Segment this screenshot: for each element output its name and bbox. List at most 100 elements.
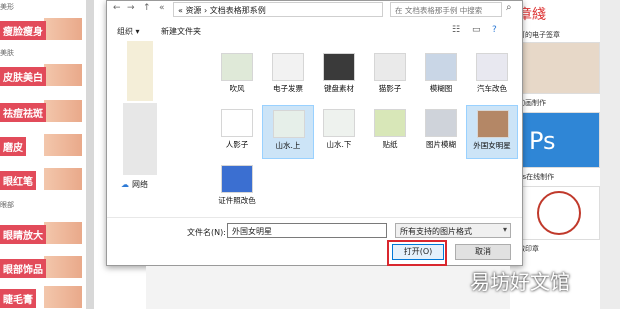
panel-label: 可的电子签章 bbox=[518, 31, 560, 39]
network-icon: ☁ bbox=[121, 180, 129, 189]
seal-thumb[interactable] bbox=[516, 186, 600, 240]
filetype-select[interactable]: 所有支持的图片格式 ▾ bbox=[395, 223, 511, 238]
file-item[interactable]: 贴纸 bbox=[364, 105, 416, 159]
sidebar-item[interactable]: 睫毛膏 bbox=[0, 286, 82, 308]
filetype-value: 所有支持的图片格式 bbox=[400, 227, 472, 236]
sidebar-item[interactable]: 瘦脸瘦身 bbox=[0, 18, 82, 40]
watermark: 易坊好文馆 bbox=[470, 270, 570, 294]
file-item[interactable]: 人影子 bbox=[211, 105, 263, 159]
file-item[interactable]: 电子发票 bbox=[262, 49, 314, 103]
file-name: 键盘素材 bbox=[324, 84, 354, 93]
sidebar-item[interactable]: 眼睛放大 bbox=[0, 222, 82, 244]
file-name: 山水.下 bbox=[326, 140, 352, 149]
sidebar-thumb bbox=[44, 168, 82, 190]
search-input[interactable]: 在 文档表格那手例 中搜索 bbox=[390, 2, 502, 17]
back-icon[interactable]: ← bbox=[113, 3, 121, 13]
file-thumbnail bbox=[323, 53, 355, 81]
chevron-icon[interactable]: « bbox=[159, 3, 165, 13]
left-sidebar: 美形 瘦脸瘦身 美肤 皮肤美白 祛痘祛斑 磨皮 眼红笔 眼部 眼睛放大 眼部饰品… bbox=[0, 0, 86, 309]
sidebar-item-label: 皮肤美白 bbox=[0, 67, 46, 86]
file-item[interactable]: 吹风 bbox=[211, 49, 263, 103]
sidebar-thumb bbox=[44, 100, 82, 122]
file-name: 吹风 bbox=[229, 84, 245, 93]
blurred-region bbox=[123, 103, 157, 175]
sidebar-thumb bbox=[44, 286, 82, 308]
file-thumbnail bbox=[323, 109, 355, 137]
sidebar-scrollbar[interactable] bbox=[86, 0, 94, 309]
file-name: 图片模糊 bbox=[426, 140, 456, 149]
background-strip bbox=[146, 266, 510, 309]
file-thumbnail bbox=[477, 110, 509, 138]
file-name: 证件照改色 bbox=[218, 196, 256, 205]
file-thumbnail bbox=[221, 165, 253, 193]
sidebar-thumb bbox=[44, 18, 82, 40]
toolbar: 组织 ▾ 新建文件夹 ☷ ▭ ? bbox=[107, 23, 522, 39]
sidebar-item-label: 眼睛放大 bbox=[0, 225, 46, 244]
file-name: 贴纸 bbox=[382, 140, 398, 149]
organize-button[interactable]: 组织 ▾ bbox=[117, 26, 140, 37]
up-icon[interactable]: ↑ bbox=[143, 3, 151, 13]
file-thumbnail bbox=[374, 53, 406, 81]
new-folder-button[interactable]: 新建文件夹 bbox=[161, 26, 201, 37]
file-thumbnail bbox=[221, 53, 253, 81]
sidebar-thumb bbox=[44, 222, 82, 244]
file-item[interactable]: 山水.下 bbox=[313, 105, 365, 159]
file-item[interactable]: 图片模糊 bbox=[415, 105, 467, 159]
sidebar-item-label: 祛痘祛斑 bbox=[0, 103, 46, 122]
forward-icon[interactable]: → bbox=[127, 3, 135, 13]
sidebar-item-label: 磨皮 bbox=[0, 137, 26, 156]
blurred-region bbox=[127, 41, 153, 101]
sidebar-thumb bbox=[44, 134, 82, 156]
filename-field[interactable]: 外国女明星 bbox=[227, 223, 387, 238]
file-thumbnail bbox=[374, 109, 406, 137]
open-button[interactable]: 打开(O) bbox=[392, 244, 444, 260]
network-label: 网络 bbox=[132, 180, 148, 189]
file-name: 汽车改色 bbox=[477, 84, 507, 93]
sidebar-item[interactable]: 磨皮 bbox=[0, 134, 82, 156]
file-name: 人影子 bbox=[225, 140, 249, 149]
file-name: 外国女明星 bbox=[473, 141, 511, 150]
section-label: 美肤 bbox=[0, 49, 14, 57]
file-item[interactable]: 山水.上 bbox=[262, 105, 314, 159]
sidebar-item[interactable]: 祛痘祛斑 bbox=[0, 100, 82, 122]
address-row: ← → ↑ « « 资源 › 文档表格那系例 在 文档表格那手例 中搜索 ⌕ bbox=[107, 1, 522, 19]
file-thumbnail bbox=[425, 53, 457, 81]
file-grid: 吹风 电子发票 键盘素材 猫影子 模糊图 汽车改色人影子 山水.上 山水.下 贴纸 图片模糊 外国女… bbox=[211, 49, 518, 219]
sidebar-item[interactable]: 皮肤美白 bbox=[0, 64, 82, 86]
file-item[interactable]: 外国女明星 bbox=[466, 105, 518, 159]
ps-thumb[interactable]: Ps bbox=[516, 112, 600, 168]
file-item[interactable]: 模糊图 bbox=[415, 49, 467, 103]
search-icon[interactable]: ⌕ bbox=[506, 2, 512, 13]
sidebar-item-label: 眼部饰品 bbox=[0, 259, 46, 278]
cancel-button[interactable]: 取消 bbox=[455, 244, 511, 260]
sidebar-thumb bbox=[44, 256, 82, 278]
sidebar-item-label: 眼红笔 bbox=[0, 171, 36, 190]
file-thumbnail bbox=[221, 109, 253, 137]
section-label: 眼部 bbox=[0, 201, 14, 209]
open-file-dialog: ← → ↑ « « 资源 › 文档表格那系例 在 文档表格那手例 中搜索 ⌕ 组… bbox=[106, 0, 523, 266]
chevron-down-icon: ▾ bbox=[502, 225, 507, 234]
help-icon[interactable]: ? bbox=[492, 25, 497, 35]
sidebar-item-label: 睫毛膏 bbox=[0, 289, 36, 308]
file-item[interactable]: 键盘素材 bbox=[313, 49, 365, 103]
file-name: 山水.上 bbox=[275, 141, 301, 150]
sidebar-thumb bbox=[44, 64, 82, 86]
file-thumbnail bbox=[273, 110, 305, 138]
panel-label: ps在线制作 bbox=[518, 173, 555, 181]
animation-thumb[interactable] bbox=[516, 42, 600, 94]
file-name: 模糊图 bbox=[429, 84, 453, 93]
file-item[interactable]: 证件照改色 bbox=[211, 161, 263, 215]
layout-icon[interactable]: ▭ bbox=[472, 25, 481, 35]
sidebar-item[interactable]: 眼红笔 bbox=[0, 168, 82, 190]
navigation-pane: ☁ 网络 bbox=[107, 41, 209, 213]
view-icon[interactable]: ☷ bbox=[452, 25, 460, 35]
section-label: 美形 bbox=[0, 3, 14, 11]
file-item[interactable]: 汽车改色 bbox=[466, 49, 518, 103]
network-item[interactable]: ☁ 网络 bbox=[121, 179, 148, 190]
sidebar-item[interactable]: 眼部饰品 bbox=[0, 256, 82, 278]
address-bar[interactable]: « 资源 › 文档表格那系例 bbox=[173, 2, 383, 17]
ps-logo-icon: Ps bbox=[529, 127, 556, 155]
right-scrollbar[interactable] bbox=[600, 0, 620, 309]
file-item[interactable]: 猫影子 bbox=[364, 49, 416, 103]
file-thumbnail bbox=[476, 53, 508, 81]
